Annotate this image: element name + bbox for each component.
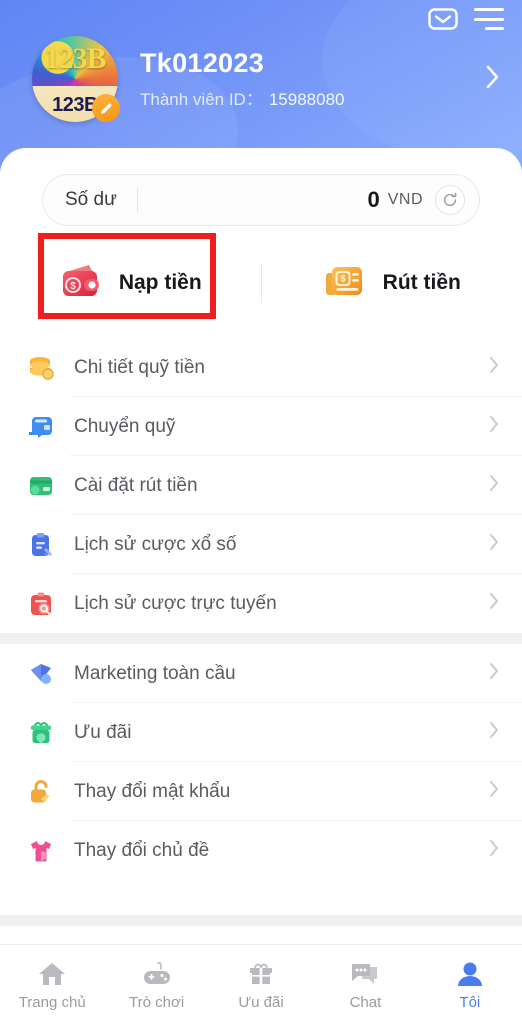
balance-label: Số dư <box>65 189 117 210</box>
chevron-right-icon <box>488 779 500 804</box>
menu-item-label: Lịch sử cược trực tuyến <box>74 592 277 614</box>
balance-pill: Số dư 0 VND <box>42 174 480 226</box>
pencil-edit-icon[interactable] <box>92 94 120 122</box>
header-toolbar <box>428 0 522 38</box>
member-id-value: 15988080 <box>268 90 345 110</box>
menu-sections: Chi tiết quỹ tiền Chuyển quỹ Cài đặt rút… <box>0 338 522 880</box>
tab-label: Trang chủ <box>18 994 86 1011</box>
gift-box-icon <box>26 718 56 748</box>
withdraw-button[interactable]: $ Rút tiền <box>262 244 522 322</box>
megaphone-icon <box>26 659 56 689</box>
menu-group-funds: Chi tiết quỹ tiền Chuyển quỹ Cài đặt rút… <box>0 338 522 633</box>
chevron-right-icon <box>488 414 500 439</box>
chevron-right-icon <box>488 720 500 745</box>
chevron-right-icon <box>488 838 500 863</box>
menu-item-global-marketing[interactable]: Marketing toàn cầu <box>0 644 522 703</box>
tab-label: Tôi <box>459 994 481 1011</box>
coin-stack-icon <box>26 353 56 383</box>
menu-item-label: Chi tiết quỹ tiền <box>74 356 205 378</box>
app-root: 123B 123B Tk012023 Thành viên ID： 1598808… <box>0 0 522 1024</box>
menu-item-change-theme[interactable]: Thay đổi chủ đề <box>0 821 522 880</box>
gamepad-icon <box>141 958 173 988</box>
deposit-label: Nạp tiền <box>118 271 202 294</box>
tshirt-icon <box>26 836 56 866</box>
refresh-icon[interactable] <box>435 185 465 215</box>
balance-amount: 0 <box>367 187 380 212</box>
hamburger-menu-icon[interactable] <box>474 8 504 30</box>
wallet-transfer-icon <box>26 412 56 442</box>
menu-item-label: Cài đặt rút tiền <box>74 474 198 496</box>
bank-card-icon <box>26 471 56 501</box>
tab-profile[interactable]: Tôi <box>418 945 522 1024</box>
section-separator <box>0 633 522 644</box>
padlock-open-icon <box>26 777 56 807</box>
chat-bubble-icon <box>349 958 381 988</box>
menu-item-online-bet-history[interactable]: Lịch sử cược trực tuyến <box>0 574 522 633</box>
tab-label: Chat <box>349 994 382 1011</box>
balance-currency: VND <box>387 191 423 208</box>
balance-divider <box>136 188 138 212</box>
member-id-row: Thành viên ID： 15988080 <box>140 85 484 110</box>
tab-chat[interactable]: Chat <box>313 945 417 1024</box>
profile-summary[interactable]: 123B 123B Tk012023 Thành viên ID： 1598808… <box>32 36 502 122</box>
chevron-right-icon <box>488 532 500 557</box>
content-sheet: Số dư 0 VND $ Nạp tiền $ Rút tiền Chi ti… <box>0 148 522 1024</box>
chevron-right-icon <box>488 473 500 498</box>
tab-promotions[interactable]: Ưu đãi <box>209 945 313 1024</box>
tab-label: Trò chơi <box>129 994 185 1011</box>
withdraw-label: Rút tiền <box>382 271 461 294</box>
clipboard-pen-icon <box>26 530 56 560</box>
gift-icon <box>246 958 276 988</box>
user-profile-icon <box>455 958 485 988</box>
chevron-right-icon <box>488 591 500 616</box>
page-title: Tk012023 <box>140 47 265 78</box>
menu-item-label: Thay đổi mật khẩu <box>74 780 231 802</box>
menu-item-transfer-funds[interactable]: Chuyển quỹ <box>0 397 522 456</box>
menu-item-label: Thay đổi chủ đề <box>74 839 210 861</box>
avatar-logo-mark: 123B <box>44 42 106 75</box>
menu-item-withdraw-settings[interactable]: Cài đặt rút tiền <box>0 456 522 515</box>
menu-item-change-password[interactable]: Thay đổi mật khẩu <box>0 762 522 821</box>
member-id-label: Thành viên ID： <box>140 90 263 110</box>
withdraw-card-icon: $ <box>323 261 367 306</box>
tab-games[interactable]: Trò chơi <box>104 945 208 1024</box>
menu-item-label: Ưu đãi <box>74 721 132 743</box>
menu-item-promotions[interactable]: Ưu đãi <box>0 703 522 762</box>
menu-item-label: Chuyển quỹ <box>74 415 176 437</box>
svg-text:$: $ <box>340 273 345 283</box>
profile-text-block: Tk012023 Thành viên ID： 15988080 <box>140 48 484 110</box>
menu-item-lottery-bet-history[interactable]: Lịch sử cược xổ số <box>0 515 522 574</box>
menu-item-fund-details[interactable]: Chi tiết quỹ tiền <box>0 338 522 397</box>
menu-item-label: Marketing toàn cầu <box>74 662 236 684</box>
tab-home[interactable]: Trang chủ <box>0 945 104 1024</box>
envelope-icon[interactable] <box>428 7 458 31</box>
chevron-right-icon <box>488 355 500 380</box>
home-icon <box>37 958 67 988</box>
bottom-section-separator <box>0 915 522 926</box>
chevron-right-icon <box>488 661 500 686</box>
clipboard-search-icon <box>26 589 56 619</box>
menu-item-label: Lịch sử cược xổ số <box>74 533 237 555</box>
avatar[interactable]: 123B 123B <box>32 36 120 122</box>
chevron-right-icon[interactable] <box>484 62 502 97</box>
quick-actions: $ Nạp tiền $ Rút tiền <box>0 244 522 322</box>
deposit-button[interactable]: $ Nạp tiền <box>0 244 261 322</box>
bottom-navigation: Trang chủ Trò chơi Ưu đãi Chat Tôi <box>0 944 522 1024</box>
tab-label: Ưu đãi <box>238 994 284 1011</box>
svg-text:$: $ <box>70 281 76 292</box>
wallet-deposit-icon: $ <box>59 261 103 306</box>
menu-group-account: Marketing toàn cầu Ưu đãi Thay đổi mật k… <box>0 644 522 880</box>
